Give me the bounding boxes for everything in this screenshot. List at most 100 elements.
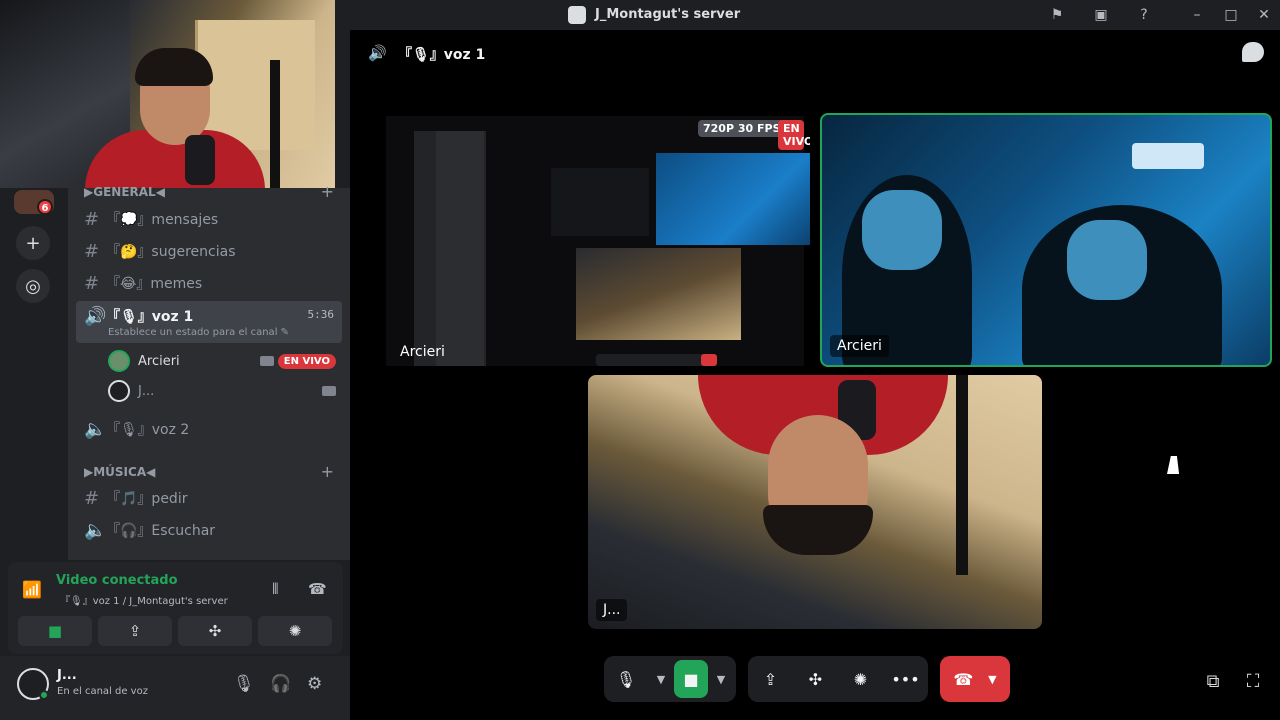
soundboard-button[interactable]: ✺: [258, 616, 332, 646]
channel-label: 『😂』memes: [106, 276, 203, 292]
category-musica[interactable]: ▶MÚSICA◀: [84, 465, 155, 479]
share-screen-button[interactable]: ⇪: [98, 616, 172, 646]
more-button[interactable]: •••: [884, 660, 928, 698]
help-icon[interactable]: ?: [1133, 5, 1155, 25]
channel-pedir[interactable]: # 『🎵』pedir: [76, 484, 342, 512]
screen-share-icon: ⇪: [763, 669, 778, 689]
channel-label: 『🎧』Escuchar: [106, 523, 216, 539]
member-name: Arcieri: [138, 353, 180, 369]
voice-member-j[interactable]: J...: [108, 377, 342, 405]
hash-icon: #: [84, 240, 100, 262]
channel-sugerencias[interactable]: # 『🤔』sugerencias: [76, 237, 342, 265]
camera-options[interactable]: ▼: [708, 660, 734, 698]
shared-nested-preview: [551, 168, 649, 236]
live-badge: EN VIVO: [778, 120, 810, 150]
window-title: J_Montagut's server: [595, 7, 741, 22]
live-badge: EN VIVO: [277, 353, 336, 369]
chevron-down-icon[interactable]: ▼: [988, 673, 996, 686]
channel-memes[interactable]: # 『😂』memes: [76, 269, 342, 297]
category-general[interactable]: ▶GENERAL◀: [84, 185, 165, 199]
soundboard-icon: ✺: [288, 622, 302, 640]
voice-connection-panel: 📶 Video conectado 『🎙』voz 1 / J_Montagut'…: [8, 562, 343, 654]
chevron-down-icon: ▼: [656, 672, 666, 686]
soundboard-button[interactable]: ✺: [839, 660, 883, 698]
activity-controls: ⇪ ✣ ✺ •••: [748, 656, 928, 702]
member-name: J...: [138, 383, 155, 399]
video-camera-icon: [322, 386, 336, 396]
explore-button[interactable]: ◎: [16, 269, 50, 303]
add-channel-icon[interactable]: +: [321, 182, 334, 201]
channel-mensajes[interactable]: # 『💭』mensajes: [76, 205, 342, 233]
user-status: En el canal de voz: [57, 686, 148, 697]
tile-label: Arcieri: [400, 344, 445, 360]
server-rail: 6 + ◎: [0, 188, 68, 560]
activities-button[interactable]: ✣: [178, 616, 252, 646]
user-panel: J... En el canal de voz 🎙 🎧 ⚙: [0, 656, 350, 720]
close-icon[interactable]: ✕: [1253, 5, 1275, 25]
speaker-icon: 🔊: [84, 306, 107, 327]
video-camera-icon: ■: [683, 669, 699, 689]
microphone-icon: 🎙: [615, 669, 637, 689]
noise-suppression-icon[interactable]: ⦀: [272, 580, 279, 598]
voice-member-arcieri[interactable]: Arcieri EN VIVO: [108, 347, 342, 375]
channel-label: 『🎙』voz 1: [106, 309, 194, 325]
disconnect-icon[interactable]: ☎: [308, 580, 327, 598]
camera-toggle-button[interactable]: ■: [674, 660, 708, 698]
hash-icon: #: [84, 208, 100, 230]
add-server-button[interactable]: +: [16, 226, 50, 260]
channel-status[interactable]: Establece un estado para el canal ✎: [108, 327, 289, 338]
plus-icon: +: [25, 232, 41, 254]
maximize-icon[interactable]: □: [1220, 5, 1242, 25]
minimize-icon[interactable]: –: [1186, 5, 1208, 25]
microphone-options[interactable]: ▼: [648, 660, 674, 698]
popout-icon[interactable]: ⧉: [1202, 670, 1224, 692]
gear-icon[interactable]: ⚙: [307, 674, 322, 694]
flag-icon[interactable]: ⚑: [1046, 5, 1068, 25]
headphones-icon[interactable]: 🎧: [270, 674, 291, 694]
face-left: [862, 190, 942, 270]
fullscreen-icon[interactable]: ⛶: [1242, 670, 1264, 692]
audio-video-controls: 🎙 ▼ ■ ▼: [604, 656, 736, 702]
microphone-icon[interactable]: 🎙: [233, 674, 255, 694]
stream-quality-badge: 720P 30 FPS: [698, 120, 786, 137]
chevron-down-icon: ▼: [716, 672, 726, 686]
mic-arm: [956, 375, 968, 575]
video-stage: 🔊 『🎙』voz 1 720P 30 FPS EN VIVO Arcieri A…: [350, 30, 1280, 720]
voice-channel-voz1[interactable]: 🔊 『🎙』voz 1 5:36 Establece un estado para…: [76, 301, 342, 343]
hash-icon: #: [84, 272, 100, 294]
activities-button[interactable]: ✣: [794, 660, 838, 698]
camera-tile-arcieri[interactable]: Arcieri: [820, 113, 1272, 367]
more-icon: •••: [891, 669, 920, 689]
signal-icon[interactable]: 📶: [22, 580, 42, 599]
soundboard-icon: ✺: [853, 669, 868, 689]
connection-location[interactable]: 『🎙』voz 1 / J_Montagut's server: [60, 592, 228, 607]
camera-button[interactable]: ■: [18, 616, 92, 646]
speaker-icon: 🔈: [84, 519, 107, 541]
username[interactable]: J...: [57, 668, 77, 683]
share-screen-button[interactable]: ⇪: [749, 660, 793, 698]
shared-hangup-preview: [701, 354, 717, 366]
shared-camera-preview-2: [576, 248, 741, 340]
microphone-button[interactable]: 🎙: [604, 660, 648, 698]
channel-label: 『🎙』voz 2: [106, 422, 190, 438]
server-icon: [568, 6, 586, 24]
voice-channel-escuchar[interactable]: 🔈 『🎧』Escuchar: [76, 516, 342, 544]
video-camera-icon: [260, 356, 274, 366]
webcam-overlay: [0, 0, 335, 188]
air-conditioner: [1132, 143, 1204, 169]
disconnect-button[interactable]: ☎ ▼: [940, 656, 1010, 702]
webcam-person-hair: [135, 48, 213, 86]
camera-tile-j[interactable]: J...: [588, 375, 1042, 629]
connection-status: Video conectado: [56, 573, 178, 588]
voice-channel-voz2[interactable]: 🔈 『🎙』voz 2: [76, 415, 342, 443]
activities-icon: ✣: [808, 669, 823, 689]
face-right: [1067, 220, 1147, 300]
screen-share-tile[interactable]: 720P 30 FPS EN VIVO Arcieri: [380, 112, 810, 366]
shared-controls-preview: [596, 354, 716, 366]
chat-bubble-icon[interactable]: [1242, 42, 1264, 62]
screen-share-icon[interactable]: ▣: [1090, 5, 1112, 25]
channel-label: 『💭』mensajes: [106, 212, 219, 228]
add-channel-icon[interactable]: +: [321, 462, 334, 481]
online-status-dot: [39, 690, 49, 700]
channel-label: 『🤔』sugerencias: [106, 244, 236, 260]
